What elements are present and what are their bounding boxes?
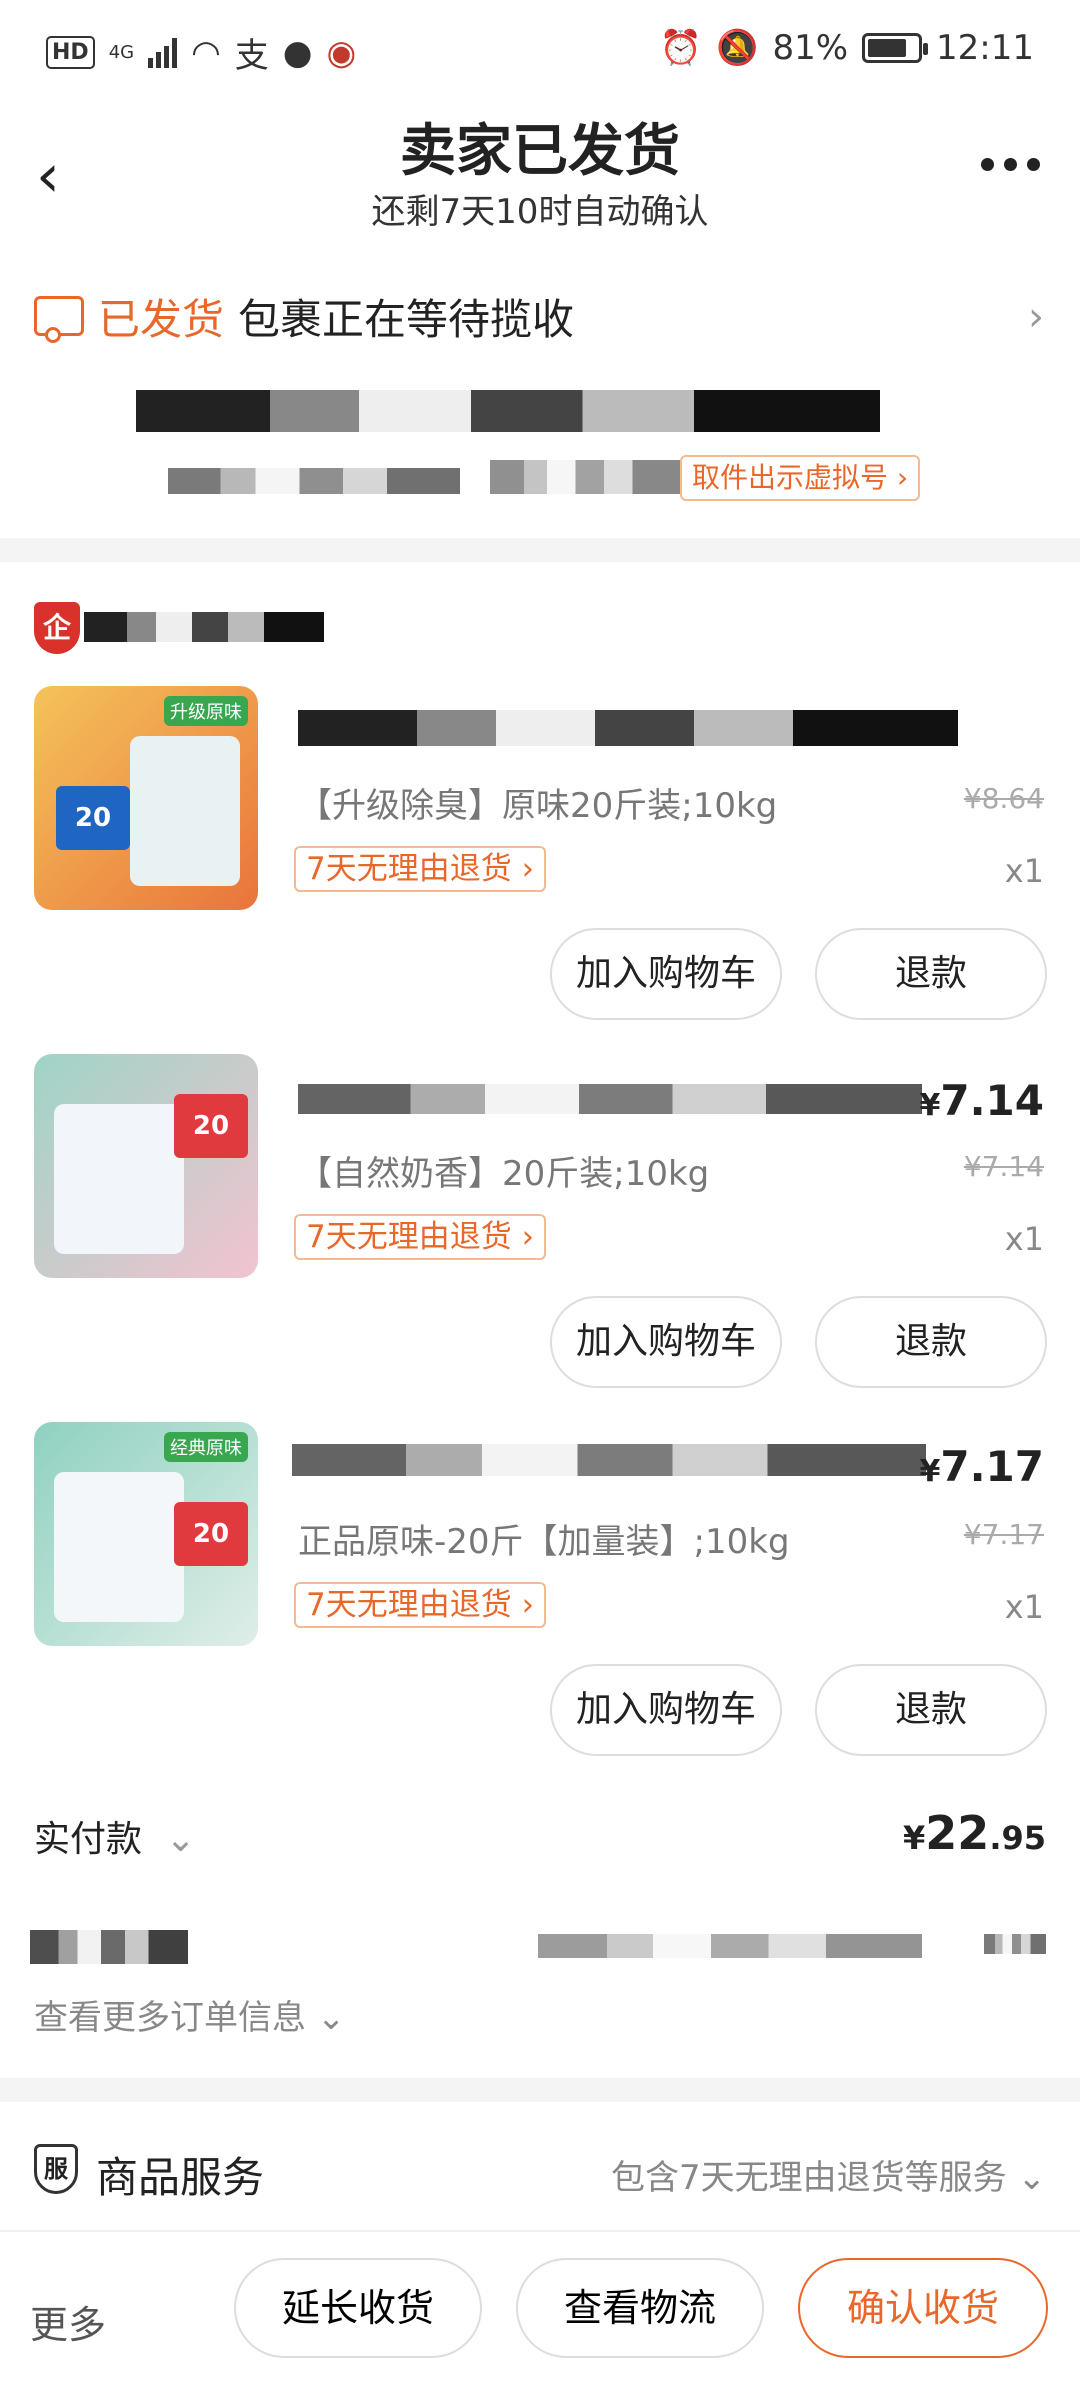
shipping-message: 包裹正在等待揽收 xyxy=(238,294,575,344)
total-amount: ¥22.95 xyxy=(903,1806,1046,1860)
original-price: ¥8.64 xyxy=(963,782,1044,815)
product-badge: 20 xyxy=(56,786,130,850)
quantity: x1 xyxy=(1004,1588,1044,1626)
item-price: ¥7.14 xyxy=(919,1076,1044,1125)
status-bar: HD 4G ◠ 支 ● ◉ ⏰ 🔕 81% 12:11 xyxy=(0,0,1080,96)
section-divider xyxy=(0,2078,1080,2102)
more-options-icon[interactable] xyxy=(981,158,1040,171)
product-sku: 【升级除臭】原味20斤装;10kg xyxy=(298,786,778,826)
item-price: ¥7.17 xyxy=(919,1442,1044,1491)
refund-button[interactable]: 退款 xyxy=(815,1664,1047,1756)
product-image[interactable]: 20 升级原味 xyxy=(34,686,258,910)
order-item[interactable]: 20 升级原味 【升级除臭】原味20斤装;10kg ¥8.64 7天无理由退货 … xyxy=(0,686,1080,1056)
service-description: 包含7天无理由退货等服务 ⌄ xyxy=(611,2158,1047,2198)
chevron-down-icon: ⌄ xyxy=(1017,2158,1047,2198)
redacted-product-title[interactable] xyxy=(298,710,958,746)
quantity: x1 xyxy=(1004,1220,1044,1258)
alipay-icon: 支 xyxy=(234,36,269,76)
page-title: 卖家已发货 xyxy=(400,119,680,184)
service-shield-icon: 服 xyxy=(34,2144,78,2194)
mute-icon: 🔕 xyxy=(716,28,759,68)
battery-icon xyxy=(862,33,929,63)
order-item[interactable]: 20 ¥7.14 【自然奶香】20斤装;10kg ¥7.14 7天无理由退货 ›… xyxy=(0,1054,1080,1424)
wifi-icon: ◠ xyxy=(191,32,221,73)
redacted-address xyxy=(136,390,880,432)
shipping-status-row[interactable]: 已发货 包裹正在等待揽收 › xyxy=(34,286,1044,346)
product-sku: 【自然奶香】20斤装;10kg xyxy=(298,1154,710,1194)
redacted-order-value xyxy=(538,1934,922,1958)
product-bag-image xyxy=(54,1104,184,1254)
redacted-product-title[interactable] xyxy=(298,1084,922,1114)
add-to-cart-button[interactable]: 加入购物车 xyxy=(550,1664,782,1756)
order-item[interactable]: 20 经典原味 ¥7.17 正品原味-20斤【加量装】;10kg ¥7.17 7… xyxy=(0,1422,1080,1792)
more-actions-link[interactable]: 更多 xyxy=(30,2294,106,2349)
more-order-info-link[interactable]: 查看更多订单信息 ⌄ xyxy=(34,1990,345,2039)
product-service-row[interactable]: 服 商品服务 包含7天无理由退货等服务 ⌄ xyxy=(34,2140,1046,2204)
chevron-down-icon: ⌄ xyxy=(165,1819,196,1860)
hd-icon: HD xyxy=(46,36,95,69)
add-to-cart-button[interactable]: 加入购物车 xyxy=(550,1296,782,1388)
redacted-order-field xyxy=(30,1930,188,1964)
product-badge: 20 xyxy=(174,1502,248,1566)
alarm-icon: ⏰ xyxy=(659,28,703,68)
redacted-copy xyxy=(984,1934,1046,1954)
redacted-shop-name[interactable] xyxy=(84,612,324,642)
seven-day-return-tag[interactable]: 7天无理由退货 › xyxy=(294,1214,546,1260)
chevron-down-icon: ⌄ xyxy=(316,1998,346,2038)
chevron-right-icon: › xyxy=(1028,294,1044,340)
battery-percent: 81% xyxy=(772,28,849,68)
view-logistics-button[interactable]: 查看物流 xyxy=(516,2258,764,2358)
pickup-virtual-number-button[interactable]: 取件出示虚拟号 › xyxy=(680,455,921,501)
bottom-action-bar: 更多 延长收货 查看物流 确认收货 xyxy=(0,2230,1080,2400)
truck-icon xyxy=(34,296,84,343)
confirm-receipt-button[interactable]: 确认收货 xyxy=(798,2258,1048,2358)
network-type: 4G xyxy=(108,42,135,63)
redacted-phone xyxy=(490,460,680,494)
section-divider xyxy=(0,538,1080,562)
page-header: ‹ 卖家已发货 还剩7天10时自动确认 xyxy=(0,96,1080,246)
clock: 12:11 xyxy=(936,28,1034,68)
seven-day-return-tag[interactable]: 7天无理由退货 › xyxy=(294,846,546,892)
enterprise-shop-icon: 企 xyxy=(34,602,80,654)
bank-icon: ◉ xyxy=(326,32,357,73)
auto-confirm-countdown: 还剩7天10时自动确认 xyxy=(371,192,709,232)
product-image[interactable]: 20 xyxy=(34,1054,258,1278)
total-paid-row[interactable]: 实付款 ⌄ ¥22.95 xyxy=(34,1806,1046,1870)
product-bag-image xyxy=(130,736,240,886)
signal-icon xyxy=(148,37,178,68)
service-title: 商品服务 xyxy=(96,2153,265,2202)
quantity: x1 xyxy=(1004,852,1044,890)
add-to-cart-button[interactable]: 加入购物车 xyxy=(550,928,782,1020)
redacted-contact xyxy=(168,468,460,494)
refund-button[interactable]: 退款 xyxy=(815,928,1047,1020)
extend-receipt-button[interactable]: 延长收货 xyxy=(234,2258,482,2358)
refund-button[interactable]: 退款 xyxy=(815,1296,1047,1388)
qq-icon: ● xyxy=(282,32,313,73)
redacted-product-title[interactable] xyxy=(292,1444,926,1476)
product-badge: 20 xyxy=(174,1094,248,1158)
original-price: ¥7.17 xyxy=(963,1518,1044,1551)
product-image[interactable]: 20 经典原味 xyxy=(34,1422,258,1646)
product-tag: 经典原味 xyxy=(164,1432,248,1462)
product-tag: 升级原味 xyxy=(164,696,248,726)
total-label: 实付款 xyxy=(34,1819,143,1860)
product-sku: 正品原味-20斤【加量装】;10kg xyxy=(298,1522,790,1562)
seven-day-return-tag[interactable]: 7天无理由退货 › xyxy=(294,1582,546,1628)
product-bag-image xyxy=(54,1472,184,1622)
original-price: ¥7.14 xyxy=(963,1150,1044,1183)
shipping-status: 已发货 xyxy=(98,294,225,344)
